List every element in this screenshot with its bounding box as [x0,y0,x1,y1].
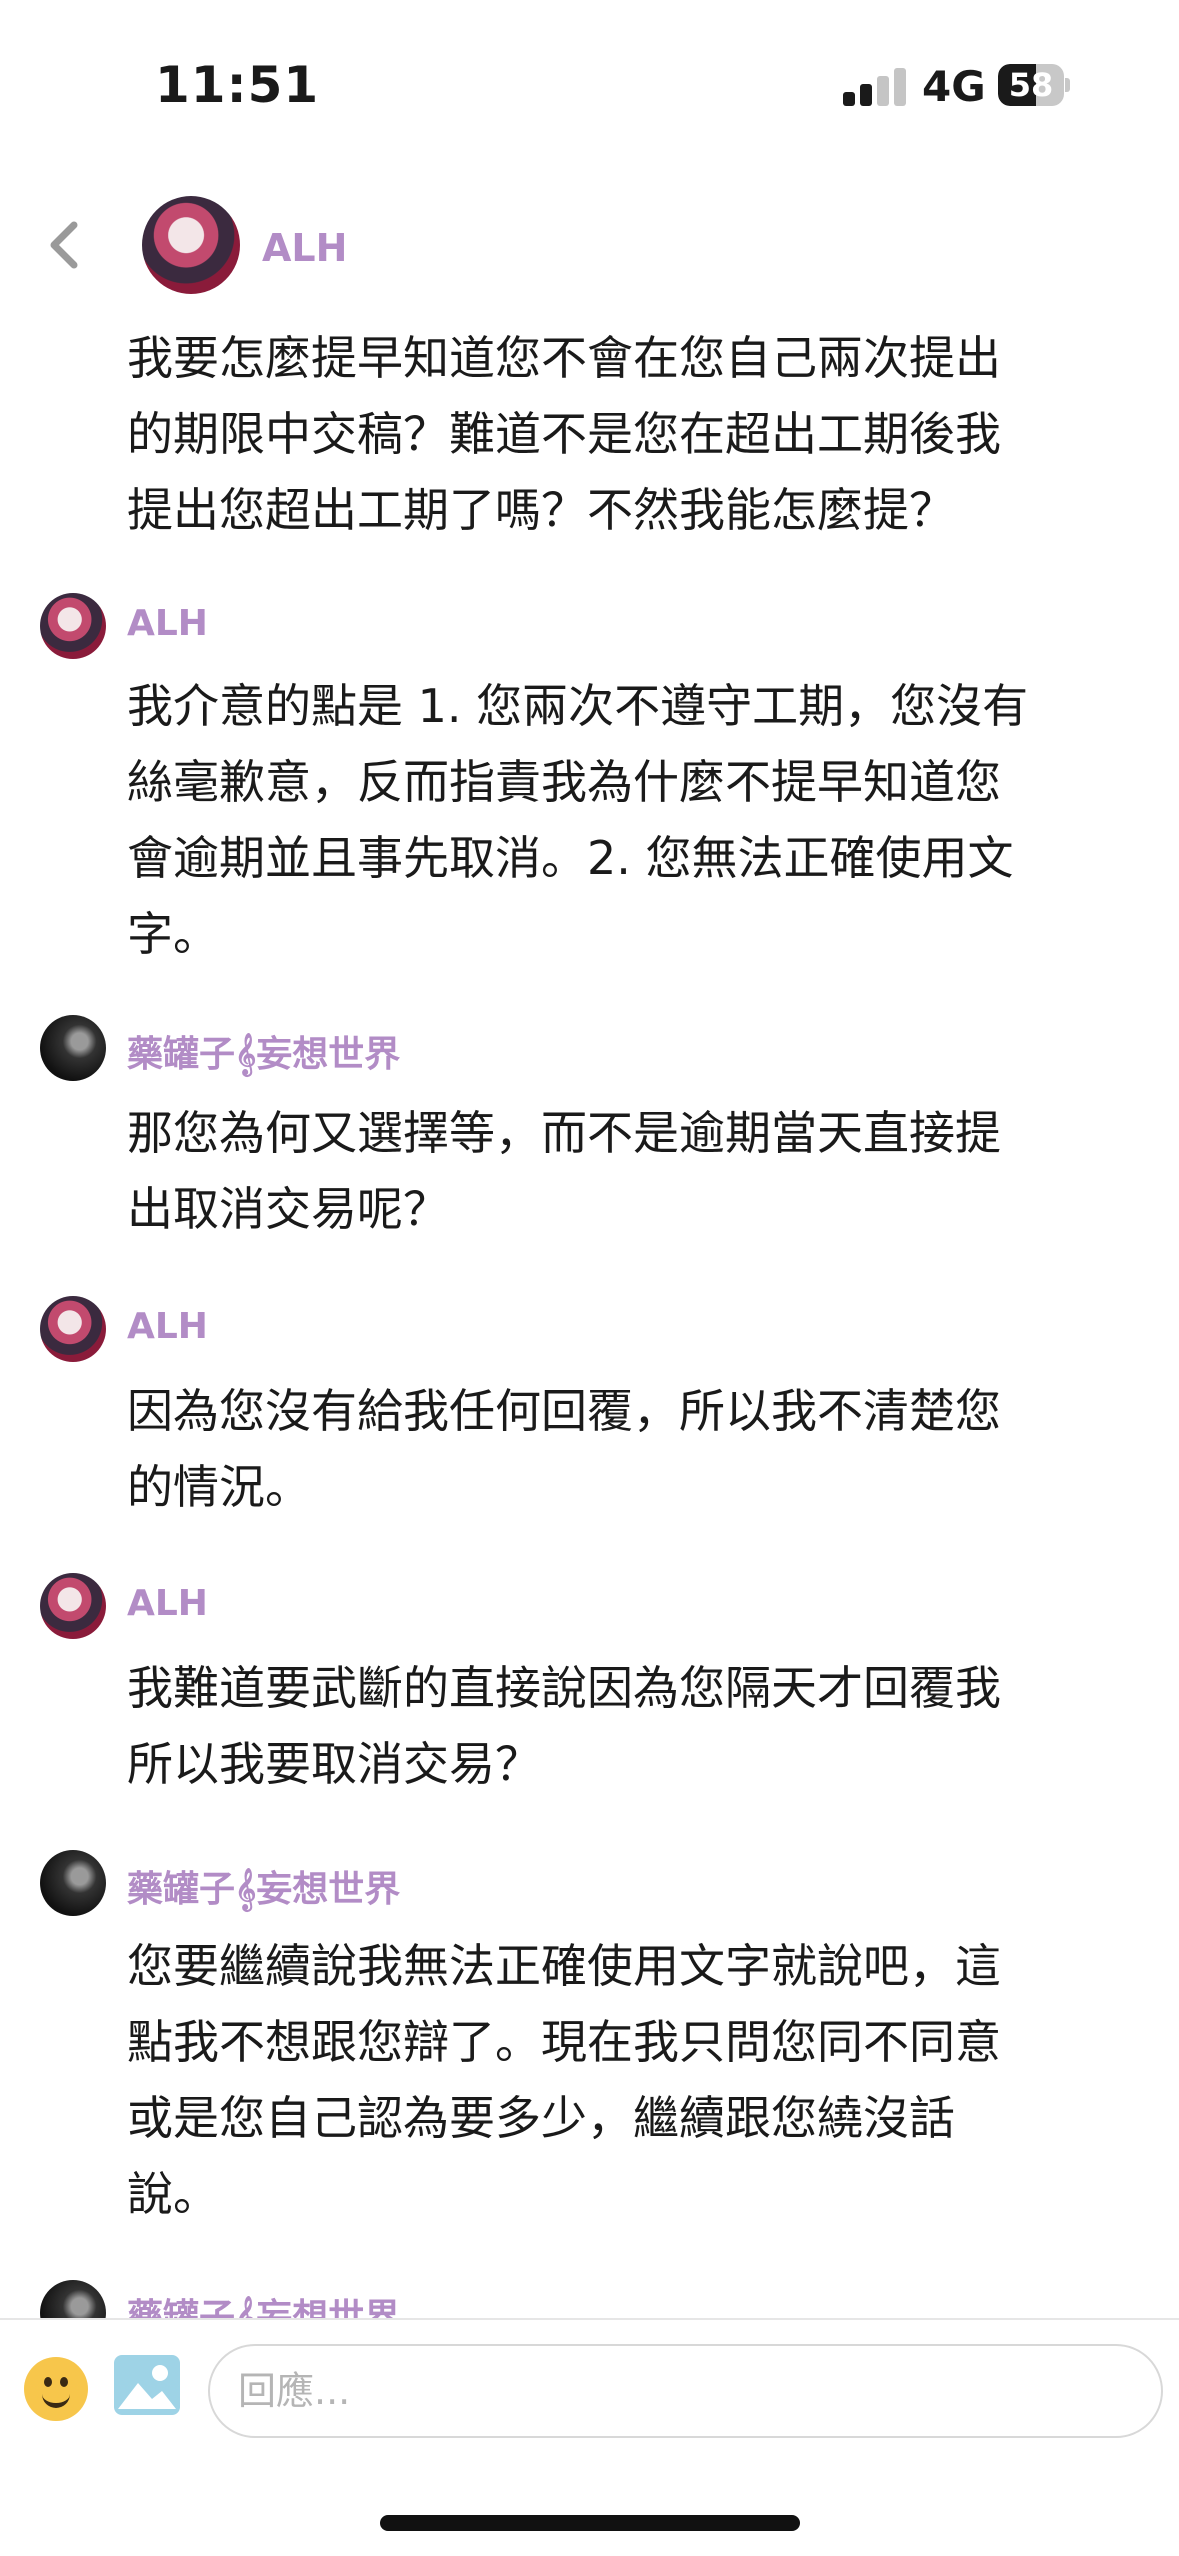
battery-icon: 58 [998,64,1070,108]
image-icon [114,2355,180,2415]
message-sender-row: 藥罐子𝄞妄想世界 [40,1850,1140,1920]
signal-icon [843,68,907,106]
network-type: 4G [922,62,986,111]
sender-name[interactable]: 藥罐子𝄞妄想世界 [127,1025,400,1077]
sender-name[interactable]: ALH [127,603,208,644]
sender-avatar[interactable] [40,2280,106,2320]
back-button[interactable] [40,215,90,275]
message-text: 因為您沒有給我任何回覆，所以我不清楚您 的情況。 [127,1384,1001,1514]
reply-input[interactable] [208,2344,1163,2438]
sender-name[interactable]: 藥罐子𝄞妄想世界 [127,2288,400,2320]
contact-name[interactable]: ALH [262,226,347,270]
smile-icon [42,2387,70,2408]
message-text: 我難道要武斷的直接說因為您隔天才回覆我 所以我要取消交易？ [127,1661,1001,1791]
message-sender-row: 藥罐子𝄞妄想世界 [40,2280,1140,2320]
sender-avatar[interactable] [40,1015,106,1081]
message-text: 我介意的點是 1. 您兩次不遵守工期，您沒有 絲毫歉意，反而指責我為什麼不提早知… [127,679,1029,961]
status-bar: 11:51 4G 58 [0,0,1179,150]
image-button[interactable] [112,2353,182,2417]
message-text: 我要怎麼提早知道您不會在您自己兩次提出 的期限中交稿？難道不是您在超出工期後我 … [127,331,1001,537]
message-text: 那您為何又選擇等，而不是逾期當天直接提 出取消交易呢？ [127,1106,1001,1236]
message-sender-row: 藥罐子𝄞妄想世界 [40,1015,1140,1085]
sender-avatar[interactable] [40,1573,106,1639]
status-time: 11:51 [155,56,320,114]
message-text: 您要繼續說我無法正確使用文字就說吧，這 點我不想跟您辯了。現在我只問您同不同意 … [127,1939,1001,2221]
battery-percent: 58 [1008,66,1054,104]
sender-name[interactable]: ALH [127,1583,208,1624]
sender-avatar[interactable] [40,1296,106,1362]
message-sender-row: ALH [40,593,1140,663]
contact-avatar[interactable] [142,196,240,294]
message-sender-row: ALH [40,1573,1140,1643]
sender-name[interactable]: ALH [127,1306,208,1347]
chat-screen: 11:51 4G 58 ALH 我要怎麼提早知道您不會在您自己兩次提出 的期限中… [0,0,1179,2556]
sender-name[interactable]: 藥罐子𝄞妄想世界 [127,1860,400,1912]
chat-header: ALH [0,190,1179,300]
chevron-left-icon [50,221,78,269]
message-sender-row: ALH [40,1296,1140,1366]
home-indicator[interactable] [380,2515,800,2531]
sender-avatar[interactable] [40,593,106,659]
sender-avatar[interactable] [40,1850,106,1916]
emoji-button[interactable] [24,2357,88,2421]
